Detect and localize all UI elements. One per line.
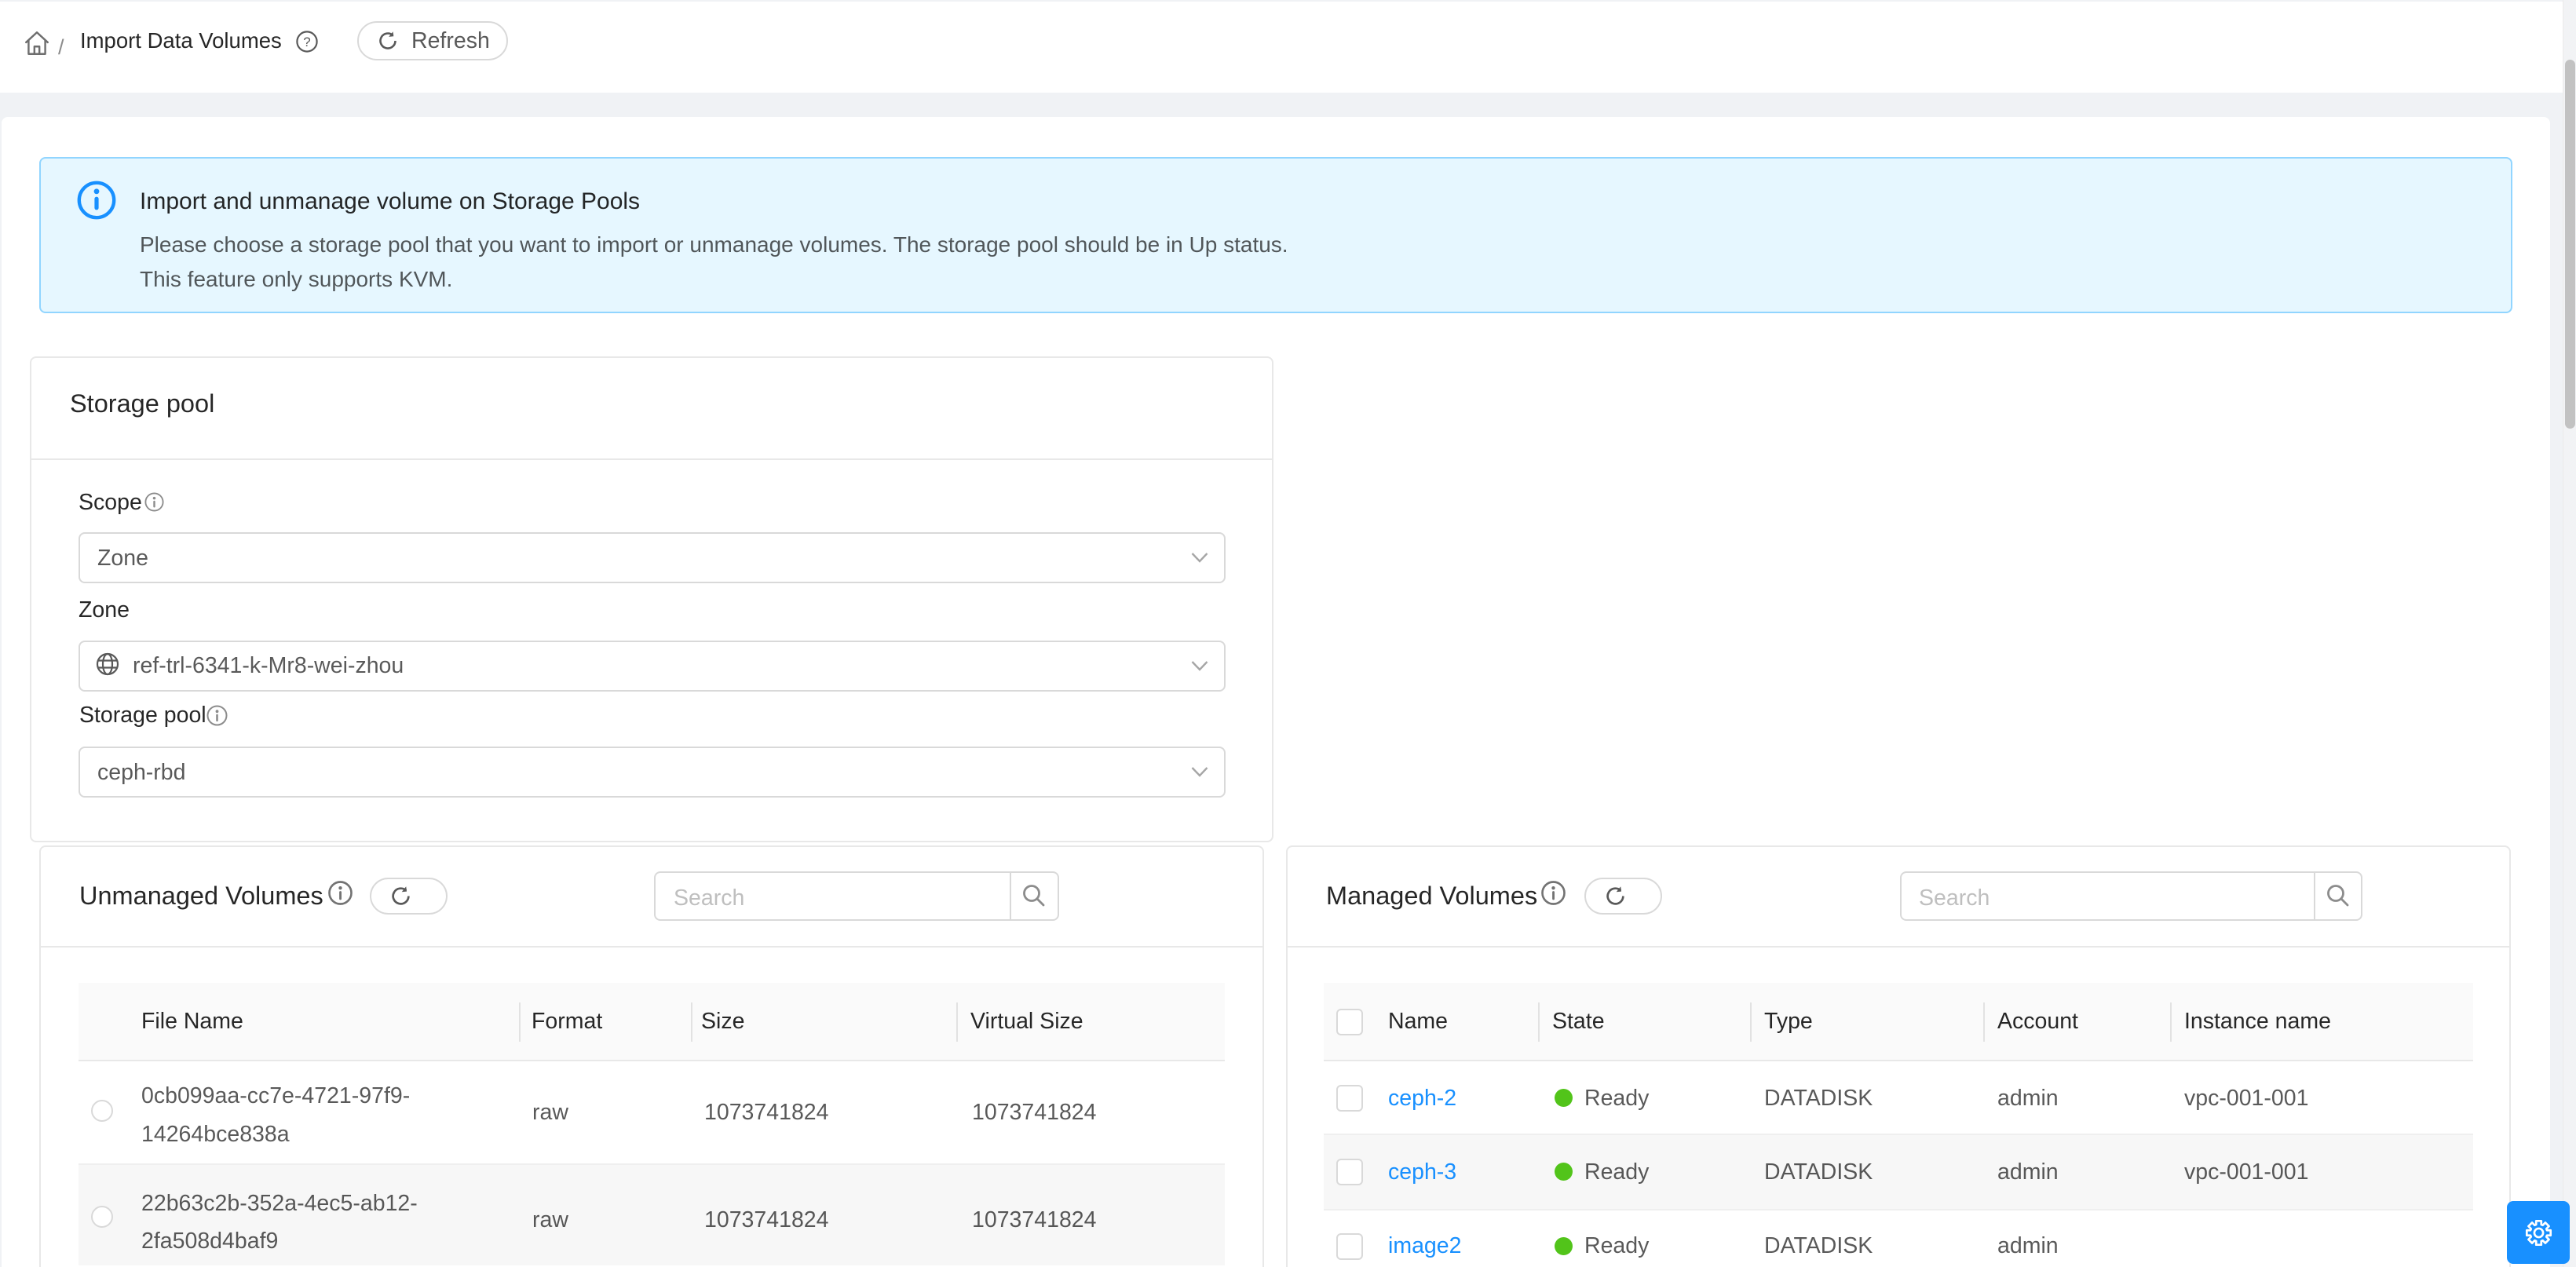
svg-text:?: ? — [303, 35, 310, 49]
